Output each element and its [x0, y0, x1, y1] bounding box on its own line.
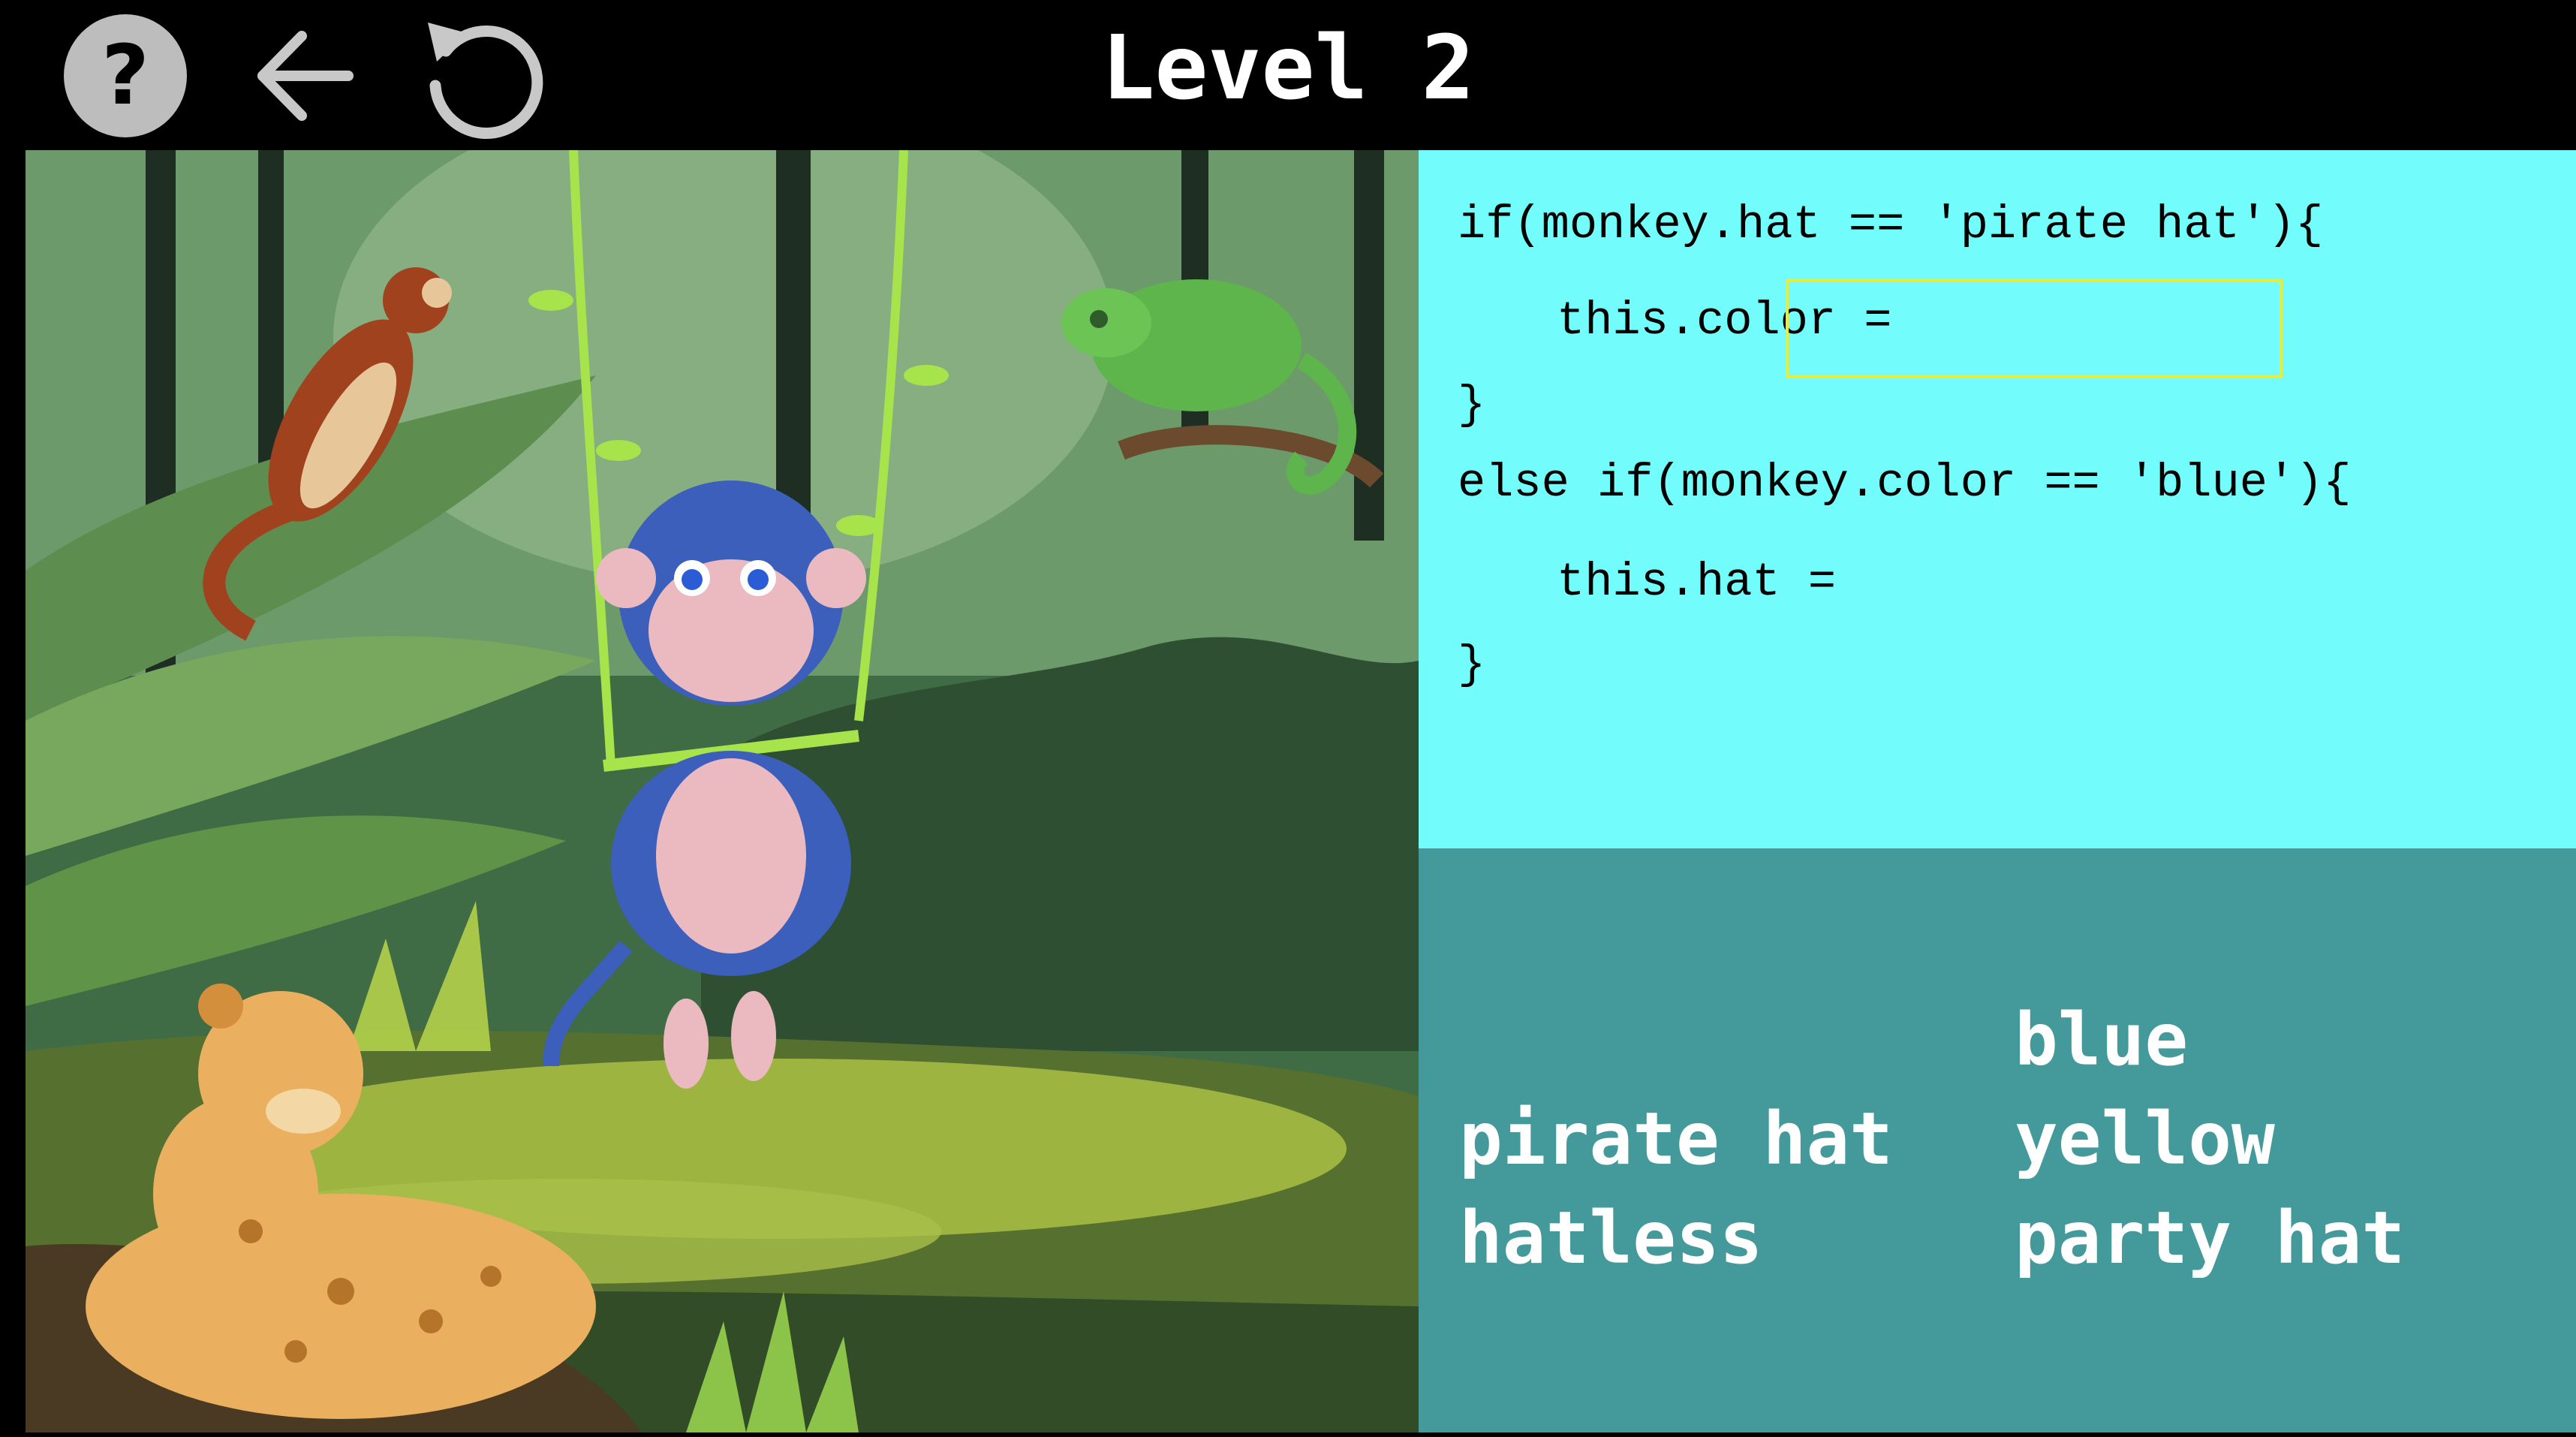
- code-line-1: if(monkey.hat == 'pirate hat'){: [1458, 198, 2324, 252]
- option-yellow[interactable]: yellow: [2015, 1098, 2275, 1180]
- option-hatless[interactable]: hatless: [1459, 1197, 1763, 1279]
- code-line-3: }: [1458, 378, 1486, 432]
- answer-options-panel: pirate hat hatless blue yellow party hat: [1419, 848, 2576, 1432]
- game-screen: ? Level 2 if(monkey.hat == 'pirate hat')…: [0, 0, 2576, 1437]
- answer-blank-slot-1[interactable]: [1786, 279, 2283, 378]
- code-line-4: else if(monkey.color == 'blue'){: [1458, 456, 2352, 510]
- jungle-scene: [26, 150, 1419, 1432]
- level-title: Level 2: [1101, 16, 1475, 119]
- jungle-background: [26, 150, 1419, 1432]
- top-bar: ? Level 2: [0, 0, 2576, 150]
- option-blue[interactable]: blue: [2015, 999, 2188, 1081]
- option-pirate-hat[interactable]: pirate hat: [1459, 1098, 1893, 1180]
- option-party-hat[interactable]: party hat: [2015, 1197, 2405, 1279]
- code-panel: if(monkey.hat == 'pirate hat'){ this.col…: [1419, 150, 2576, 848]
- code-line-6: }: [1458, 638, 1486, 691]
- answer-blank-slot-2[interactable]: [1786, 541, 2283, 625]
